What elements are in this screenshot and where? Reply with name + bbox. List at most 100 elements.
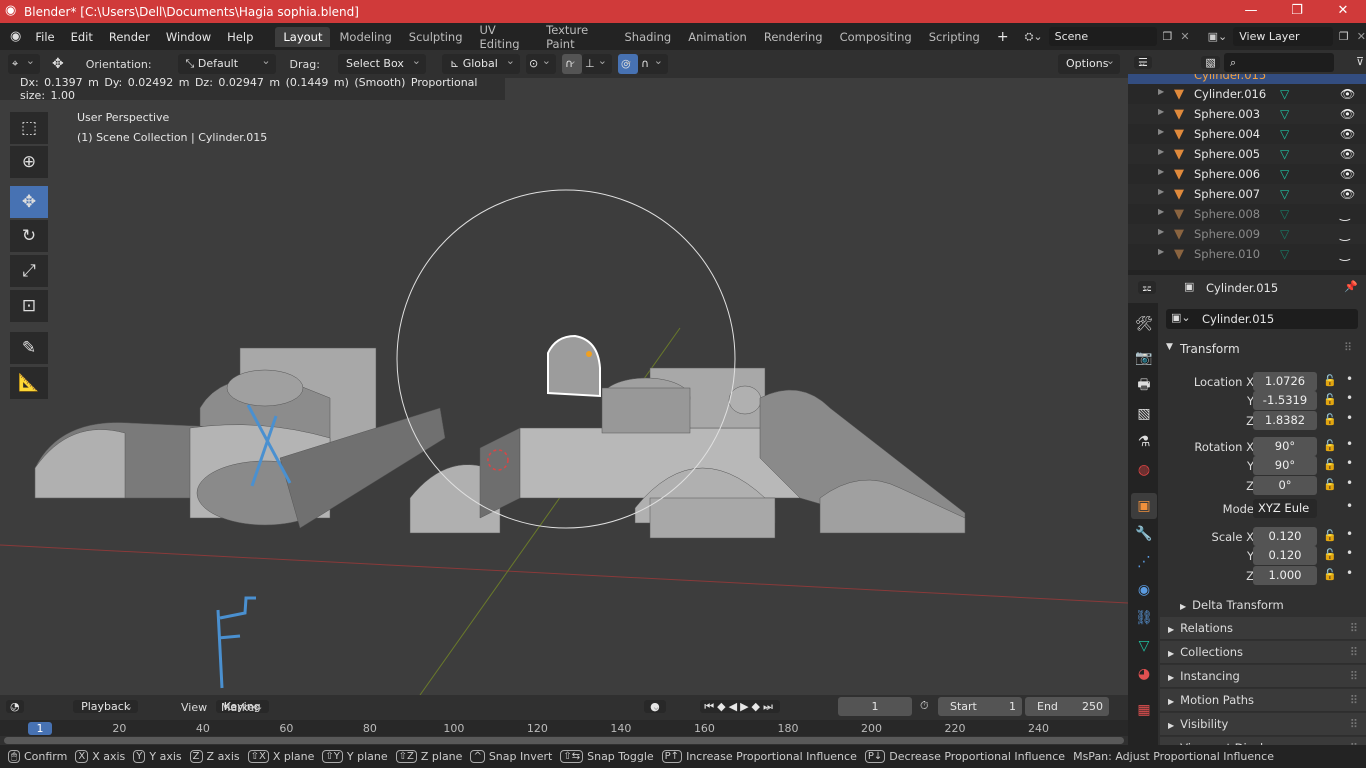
physics-tab-icon[interactable]: ◉: [1131, 577, 1157, 603]
eye-closed-icon[interactable]: ‿: [1340, 207, 1350, 221]
mesh-data-icon[interactable]: ▽: [1280, 127, 1289, 141]
keyframe-dot-icon[interactable]: •: [1346, 527, 1353, 541]
eye-icon[interactable]: 👁: [1340, 87, 1355, 101]
subpanel-delta-transform[interactable]: ▶ Delta Transform: [1160, 594, 1366, 617]
view-layer-tab-icon[interactable]: ▧: [1131, 401, 1157, 427]
options-dropdown[interactable]: Options: [1058, 51, 1120, 74]
subpanel-collections[interactable]: ▶ Collections ⠿: [1160, 641, 1366, 664]
rotation-z-field[interactable]: 0°: [1253, 476, 1317, 495]
data-tab-icon[interactable]: ▽: [1131, 633, 1157, 659]
start-frame-field[interactable]: Start 1: [938, 697, 1022, 716]
lock-icon[interactable]: 🔓: [1323, 568, 1337, 581]
keyframe-dot-icon[interactable]: •: [1346, 476, 1353, 490]
transform-orientation-dropdown[interactable]: ⊾ Global: [441, 51, 520, 74]
eye-icon[interactable]: 👁: [1340, 187, 1355, 201]
subpanel-instancing[interactable]: ▶ Instancing ⠿: [1160, 665, 1366, 688]
filter-view-icon[interactable]: ▧: [1201, 56, 1220, 69]
select-box-tool[interactable]: ⬚: [10, 112, 48, 144]
playback-controls[interactable]: ⏮◆◀▶◆⏭: [700, 700, 780, 713]
lock-icon[interactable]: 🔓: [1323, 374, 1337, 387]
move-tool[interactable]: ✥: [10, 186, 48, 218]
eye-closed-icon[interactable]: ‿: [1340, 227, 1350, 241]
keyframe-dot-icon[interactable]: •: [1346, 411, 1353, 425]
expand-arrow-icon[interactable]: ▶: [1158, 87, 1164, 96]
eye-icon[interactable]: 👁: [1340, 147, 1355, 161]
scale-tool[interactable]: ⤢: [10, 255, 48, 287]
tab-scripting[interactable]: Scripting: [921, 27, 988, 47]
drag-dropdown[interactable]: Select Box: [337, 51, 426, 74]
transform-tool[interactable]: ⊡: [10, 290, 48, 322]
eye-icon[interactable]: 👁: [1340, 107, 1355, 121]
new-scene-icon[interactable]: ❐: [1163, 30, 1173, 43]
filter-icon[interactable]: ⊽: [1356, 55, 1364, 68]
outliner-item[interactable]: ▶ ▼ Sphere.003 ▽ 👁: [1128, 104, 1366, 124]
object-tab-icon[interactable]: ▣: [1131, 493, 1157, 519]
tool-tab-icon[interactable]: 🛠: [1131, 311, 1157, 337]
rotation-x-field[interactable]: 90°: [1253, 437, 1317, 456]
mesh-data-icon[interactable]: ▽: [1280, 167, 1289, 181]
minimize-button[interactable]: —: [1228, 0, 1274, 23]
keyframe-dot-icon[interactable]: •: [1346, 546, 1353, 560]
lock-icon[interactable]: 🔓: [1323, 413, 1337, 426]
eye-icon[interactable]: 👁: [1340, 167, 1355, 181]
marker-menu[interactable]: Marker: [221, 701, 259, 714]
rotation-mode-dropdown[interactable]: XYZ Eule: [1253, 499, 1317, 518]
delete-view-layer-icon[interactable]: ✕: [1357, 30, 1366, 43]
subpanel-motion-paths[interactable]: ▶ Motion Paths ⠿: [1160, 689, 1366, 712]
rotation-y-field[interactable]: 90°: [1253, 456, 1317, 475]
tab-compositing[interactable]: Compositing: [832, 27, 920, 47]
editor-type-icon[interactable]: ◔: [6, 700, 24, 713]
mesh-data-icon[interactable]: ▽: [1280, 247, 1289, 261]
orientation-dropdown[interactable]: ⤡ Default: [177, 51, 276, 74]
particles-tab-icon[interactable]: ⋰: [1131, 549, 1157, 575]
maximize-button[interactable]: ❐: [1274, 0, 1320, 23]
measure-tool[interactable]: 📐: [10, 367, 48, 399]
scale-x-field[interactable]: 0.120: [1253, 527, 1317, 546]
keyframe-dot-icon[interactable]: •: [1346, 391, 1353, 405]
expand-arrow-icon[interactable]: ▶: [1158, 167, 1164, 176]
world-tab-icon[interactable]: ◍: [1131, 457, 1157, 483]
3d-viewport[interactable]: User Perspective (1) Scene Collection | …: [0, 78, 1128, 695]
outliner-item[interactable]: ▶ ▼ Sphere.008 ▽ ‿: [1128, 204, 1366, 224]
mesh-data-icon[interactable]: ▽: [1280, 147, 1289, 161]
annotate-tool[interactable]: ✎: [10, 332, 48, 364]
mesh-data-icon[interactable]: ▽: [1280, 87, 1289, 101]
outliner-item[interactable]: ▶ ▼ Sphere.005 ▽ 👁: [1128, 144, 1366, 164]
delete-scene-icon[interactable]: ✕: [1180, 30, 1189, 43]
constraints-tab-icon[interactable]: ⛓: [1131, 605, 1157, 631]
expand-arrow-icon[interactable]: ▶: [1158, 187, 1164, 196]
snap-target-icon[interactable]: ⊥: [581, 51, 612, 74]
tab-uv-editing[interactable]: UV Editing: [472, 20, 538, 54]
frame-ruler[interactable]: 1 20 40 60 80 100 120 140 160 180 200 220 240: [0, 720, 1128, 736]
scale-y-field[interactable]: 0.120: [1253, 546, 1317, 565]
lock-icon[interactable]: 🔓: [1323, 393, 1337, 406]
outliner-search-input[interactable]: ⌕: [1224, 53, 1334, 72]
keyframe-dot-icon[interactable]: •: [1346, 499, 1353, 513]
scene-field[interactable]: Scene: [1048, 27, 1157, 46]
editor-type-icon[interactable]: ⌖: [8, 51, 40, 74]
outliner-item[interactable]: ▶ ▼ Sphere.007 ▽ 👁: [1128, 184, 1366, 204]
outliner-item[interactable]: ▶ ▼ Sphere.006 ▽ 👁: [1128, 164, 1366, 184]
eye-icon[interactable]: 👁: [1340, 127, 1355, 141]
tab-animation[interactable]: Animation: [680, 27, 755, 47]
lock-icon[interactable]: 🔓: [1323, 548, 1337, 561]
playback-menu[interactable]: Playback: [73, 700, 139, 713]
expand-arrow-icon[interactable]: ▶: [1158, 207, 1164, 216]
new-view-layer-icon[interactable]: ❐: [1339, 30, 1349, 43]
keyframe-dot-icon[interactable]: •: [1346, 566, 1353, 580]
keyframe-dot-icon[interactable]: •: [1346, 437, 1353, 451]
lock-icon[interactable]: 🔓: [1323, 529, 1337, 542]
lock-icon[interactable]: 🔓: [1323, 458, 1337, 471]
view-menu[interactable]: View: [181, 701, 207, 714]
tab-modeling[interactable]: Modeling: [331, 27, 399, 47]
material-tab-icon[interactable]: ◕: [1131, 661, 1157, 687]
render-tab-icon[interactable]: 📷: [1131, 345, 1157, 371]
pivot-point-icon[interactable]: ⊙: [525, 51, 556, 74]
drag-handle-icon[interactable]: ⠿: [1350, 689, 1358, 712]
view-layer-icon[interactable]: ▣⌄: [1208, 30, 1228, 43]
timeline-scrollbar[interactable]: [4, 737, 1124, 744]
drag-handle-icon[interactable]: ⠿: [1350, 665, 1358, 688]
tab-rendering[interactable]: Rendering: [756, 27, 831, 47]
mesh-data-icon[interactable]: ▽: [1280, 187, 1289, 201]
menu-edit[interactable]: Edit: [63, 30, 101, 44]
